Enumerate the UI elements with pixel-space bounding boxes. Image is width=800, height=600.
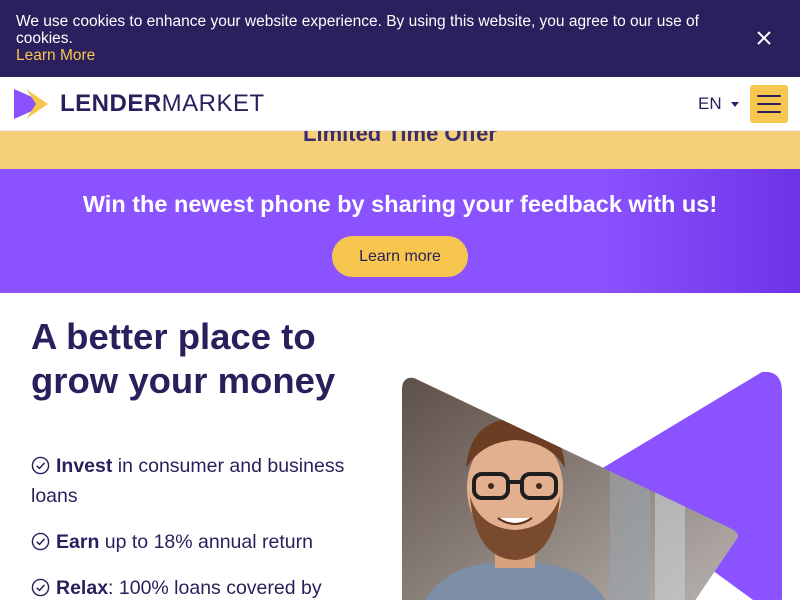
- cookie-banner: We use cookies to enhance your website e…: [0, 0, 800, 77]
- menu-button[interactable]: [750, 85, 788, 123]
- check-circle-icon: [31, 456, 50, 475]
- learn-more-button[interactable]: Learn more: [332, 236, 468, 277]
- feature-bold: Earn: [56, 531, 100, 553]
- promo-banner: Win the newest phone by sharing your fee…: [0, 169, 800, 293]
- logo-text: LENDERMARKET: [60, 90, 265, 118]
- hero-title: A better place to grow your money: [31, 316, 336, 401]
- hero-photo-image: [402, 371, 782, 600]
- chevron-down-icon: [730, 101, 739, 107]
- feature-item-relax: Relax: 100% loans covered by: [31, 573, 361, 600]
- offer-text: Limited Time Offer: [303, 131, 497, 146]
- feature-item-invest: Invest in consumer and business loans: [31, 451, 361, 511]
- feature-bold: Relax: [56, 577, 109, 599]
- feature-bold: Invest: [56, 455, 113, 477]
- check-circle-icon: [31, 532, 50, 551]
- language-selector[interactable]: EN: [698, 94, 739, 114]
- feature-text: : 100% loans covered by: [108, 577, 322, 599]
- cookie-learn-more-link[interactable]: Learn More: [16, 47, 95, 64]
- logo-text-bold: LENDER: [60, 90, 162, 117]
- site-header: LENDERMARKET EN: [0, 77, 800, 131]
- close-icon[interactable]: [754, 28, 774, 48]
- check-circle-icon: [31, 578, 50, 597]
- promo-title: Win the newest phone by sharing your fee…: [82, 191, 718, 217]
- logo-text-rest: MARKET: [161, 90, 265, 117]
- feature-text: up to 18% annual return: [99, 531, 313, 553]
- logo[interactable]: LENDERMARKET: [12, 87, 265, 121]
- hamburger-icon: [757, 95, 781, 113]
- feature-item-earn: Earn up to 18% annual return: [31, 527, 361, 557]
- cookie-message: We use cookies to enhance your website e…: [16, 13, 699, 47]
- logo-mark-icon: [14, 89, 48, 119]
- language-label: EN: [698, 94, 722, 113]
- offer-strip: Limited Time Offer: [0, 131, 800, 169]
